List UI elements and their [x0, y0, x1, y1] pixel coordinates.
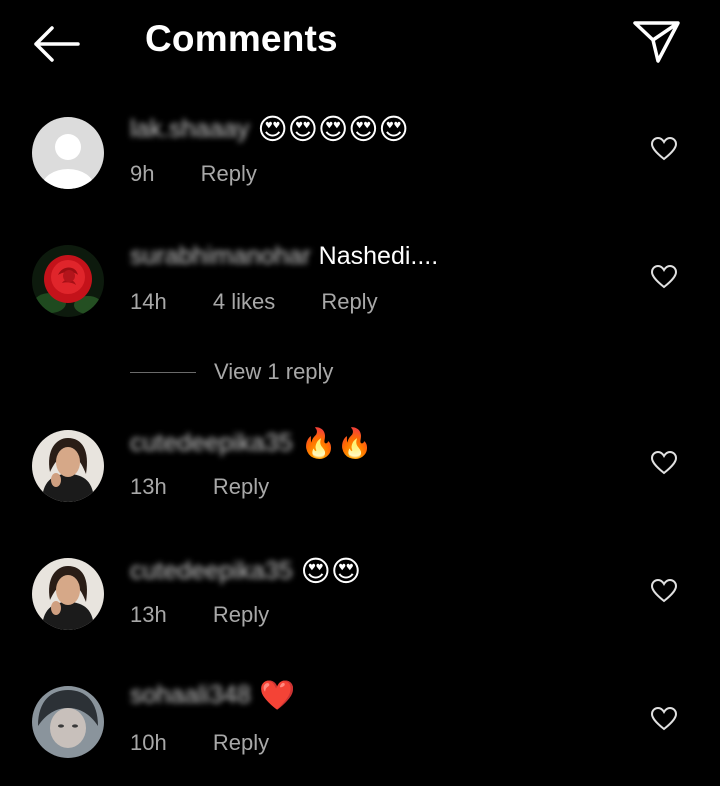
comment-time: 13h	[130, 602, 167, 627]
comment-text: 🔥🔥	[300, 426, 373, 460]
portrait-avatar-icon	[32, 558, 104, 630]
comment-item: surabhimanohar Nashedi.... 14h 4 likes R…	[0, 236, 720, 346]
comment-time: 14h	[130, 289, 167, 314]
comment-time: 9h	[130, 161, 155, 186]
portrait-avatar-icon	[32, 686, 104, 758]
like-button[interactable]	[650, 264, 678, 290]
reply-button[interactable]: Reply	[213, 602, 269, 628]
reply-button[interactable]: Reply	[201, 161, 257, 187]
comment-item: sohaali348 ❤️ 10h Reply	[0, 676, 720, 786]
avatar[interactable]	[32, 686, 104, 758]
comment-text: 😍😍	[300, 554, 362, 588]
share-button[interactable]	[630, 16, 684, 66]
default-avatar-icon	[32, 117, 104, 189]
comment-item: cutedeepika35 🔥🔥 13h Reply	[0, 422, 720, 532]
heart-outline-icon	[650, 578, 678, 603]
header-bar: Comments	[0, 0, 720, 90]
rose-avatar-icon	[32, 245, 104, 317]
back-button[interactable]	[28, 22, 84, 66]
like-button[interactable]	[650, 136, 678, 162]
avatar[interactable]	[32, 558, 104, 630]
comment-username[interactable]: cutedeepika35	[130, 429, 293, 458]
like-button[interactable]	[650, 450, 678, 476]
comment-username[interactable]: sohaali348	[130, 681, 251, 710]
comment-text: 😍😍😍😍😍	[257, 112, 409, 146]
arrow-left-icon	[34, 26, 80, 62]
comment-text: ❤️	[258, 678, 296, 712]
page-title: Comments	[145, 18, 338, 59]
view-replies-label: View 1 reply	[214, 359, 334, 384]
avatar[interactable]	[32, 245, 104, 317]
view-replies-button[interactable]: View 1 reply	[130, 357, 333, 387]
like-button[interactable]	[650, 578, 678, 604]
comment-username[interactable]: lak.shaaay	[130, 115, 250, 144]
reply-button[interactable]: Reply	[213, 730, 269, 756]
divider	[130, 371, 196, 373]
comment-likes[interactable]: 4 likes	[213, 289, 275, 315]
heart-outline-icon	[650, 706, 678, 731]
comment-item: cutedeepika35 😍😍 13h Reply	[0, 550, 720, 660]
portrait-avatar-icon	[32, 430, 104, 502]
comment-text: Nashedi....	[318, 242, 439, 270]
comment-time: 10h	[130, 730, 167, 755]
comment-time: 13h	[130, 474, 167, 499]
heart-outline-icon	[650, 450, 678, 475]
like-button[interactable]	[650, 706, 678, 732]
paper-plane-icon	[633, 21, 680, 63]
reply-button[interactable]: Reply	[321, 289, 377, 315]
comment-item: lak.shaaay 😍😍😍😍😍 9h Reply	[0, 108, 720, 218]
reply-button[interactable]: Reply	[213, 474, 269, 500]
heart-outline-icon	[650, 264, 678, 289]
avatar[interactable]	[32, 117, 104, 189]
comment-username[interactable]: surabhimanohar	[130, 242, 311, 271]
heart-outline-icon	[650, 136, 678, 161]
avatar[interactable]	[32, 430, 104, 502]
comment-username[interactable]: cutedeepika35	[130, 557, 293, 586]
